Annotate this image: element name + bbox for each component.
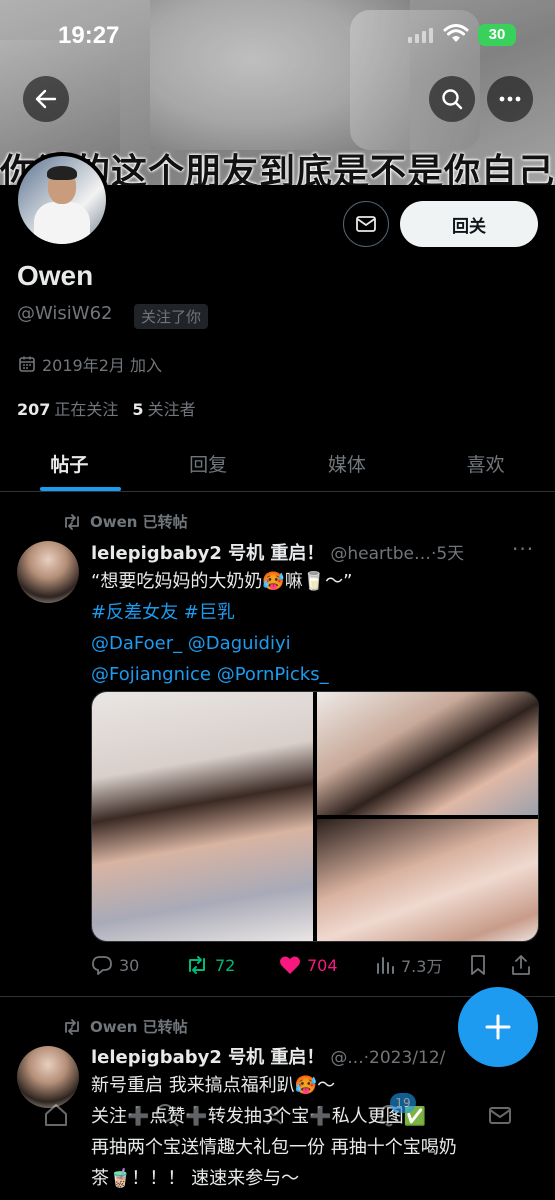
more-options-button[interactable] <box>487 76 533 122</box>
avatar <box>18 156 106 244</box>
like-count: 704 <box>307 955 338 975</box>
status-bar: 19:27 30 <box>0 0 555 70</box>
status-time: 19:27 <box>58 22 120 49</box>
cellular-signal-icon <box>408 28 433 43</box>
repost-icon <box>189 956 205 974</box>
calendar-icon <box>19 356 35 372</box>
tweet-hashtags[interactable]: #反差女友 #巨乳 <box>91 597 541 628</box>
tweet-author-avatar[interactable] <box>17 541 79 603</box>
repost-count: 72 <box>215 955 236 975</box>
more-horizontal-icon <box>499 96 521 102</box>
back-button[interactable] <box>23 76 69 122</box>
repost-button[interactable]: 72 <box>185 955 279 975</box>
notification-badge: 19 <box>390 1093 416 1113</box>
profile-avatar[interactable] <box>14 152 110 248</box>
views-button[interactable]: 7.3万 <box>375 953 469 977</box>
repost-label: Owen 已转帖 <box>90 1018 188 1036</box>
bookmark-button[interactable] <box>469 954 511 976</box>
joined-label: 2019年2月 加入 <box>42 356 162 375</box>
tweet-image[interactable] <box>92 692 313 941</box>
tweet-more-button[interactable]: ··· <box>512 537 534 561</box>
reply-count: 30 <box>119 955 140 975</box>
repost-icon <box>65 1018 79 1035</box>
tweet-header: lelepigbaby2 号机 重启！ @heartbe…·5天 <box>91 539 464 565</box>
like-button[interactable]: 704 <box>279 955 375 975</box>
tab-likes[interactable]: 喜欢 <box>416 432 555 491</box>
battery-indicator: 30 <box>478 24 516 46</box>
search-icon[interactable] <box>154 1102 180 1128</box>
profile-handle: @WisiW62 <box>17 303 113 324</box>
views-chart-icon <box>377 957 394 974</box>
reply-button[interactable]: 30 <box>91 955 185 975</box>
reply-icon <box>92 956 112 975</box>
tweet-body: “想要吃妈妈的大奶奶🥵嘛🥛～” #反差女友 #巨乳 @DaFoer_ @Dagu… <box>91 566 541 690</box>
bookmark-icon <box>471 955 485 975</box>
tab-replies[interactable]: 回复 <box>139 432 278 491</box>
followers-label: 关注者 <box>147 400 196 419</box>
tweet-media-grid <box>91 691 539 942</box>
tweet-mentions[interactable]: @Fojiangnice @PornPicks_ <box>91 659 541 690</box>
tweet-author-name[interactable]: lelepigbaby2 号机 重启！ <box>91 539 324 565</box>
following-link[interactable]: 207 正在关注 <box>17 396 118 420</box>
mail-icon[interactable] <box>487 1102 513 1128</box>
tweet-text: “想要吃妈妈的大奶奶🥵嘛🥛～” <box>91 571 353 592</box>
compose-button[interactable] <box>458 987 538 1067</box>
follows-you-badge: 关注了你 <box>134 304 209 329</box>
tweet-actions: 30 72 704 7.3万 <box>91 953 541 977</box>
people-icon[interactable] <box>265 1102 291 1128</box>
joined-date: 2019年2月 加入 <box>18 352 162 376</box>
bottom-nav <box>0 1090 555 1140</box>
follow-back-button[interactable]: 回关 <box>400 201 538 247</box>
search-icon <box>442 89 463 110</box>
repost-indicator: Owen 已转帖 <box>62 511 188 532</box>
following-count: 207 <box>17 400 51 419</box>
tweet-header: lelepigbaby2 号机 重启！ @...·2023/12/ <box>91 1043 445 1069</box>
tab-media[interactable]: 媒体 <box>278 432 417 491</box>
tweet-image[interactable] <box>317 692 538 815</box>
profile-tabs: 帖子 回复 媒体 喜欢 <box>0 432 555 492</box>
share-button[interactable] <box>511 954 531 976</box>
plus-icon <box>485 1014 511 1040</box>
views-count: 7.3万 <box>401 957 443 976</box>
tweet-text: 茶🧋！！！ 速速来参与～ <box>91 1168 300 1189</box>
search-button[interactable] <box>429 76 475 122</box>
tweet-author-name[interactable]: lelepigbaby2 号机 重启！ <box>91 1043 324 1069</box>
follow-stats: 207 正在关注 5 关注者 <box>17 396 196 420</box>
home-icon[interactable] <box>43 1102 69 1128</box>
followers-link[interactable]: 5 关注者 <box>132 396 195 420</box>
following-label: 正在关注 <box>54 400 119 419</box>
wifi-icon <box>443 24 469 42</box>
mail-icon <box>356 216 376 232</box>
message-button[interactable] <box>343 201 389 247</box>
tweet-image[interactable] <box>317 819 538 941</box>
repost-label: Owen 已转帖 <box>90 513 188 531</box>
repost-icon <box>65 513 79 530</box>
arrow-left-icon <box>35 89 57 109</box>
tweet-meta: @...·2023/12/ <box>330 1048 446 1068</box>
heart-icon <box>280 956 300 974</box>
tweet-mentions[interactable]: @DaFoer_ @Daguidiyi <box>91 628 541 659</box>
tab-posts[interactable]: 帖子 <box>0 432 139 491</box>
tweet-meta: @heartbe…·5天 <box>330 544 465 564</box>
share-icon <box>512 955 530 975</box>
followers-count: 5 <box>132 400 144 419</box>
repost-indicator: Owen 已转帖 <box>62 1016 188 1037</box>
profile-name: Owen <box>17 260 94 291</box>
